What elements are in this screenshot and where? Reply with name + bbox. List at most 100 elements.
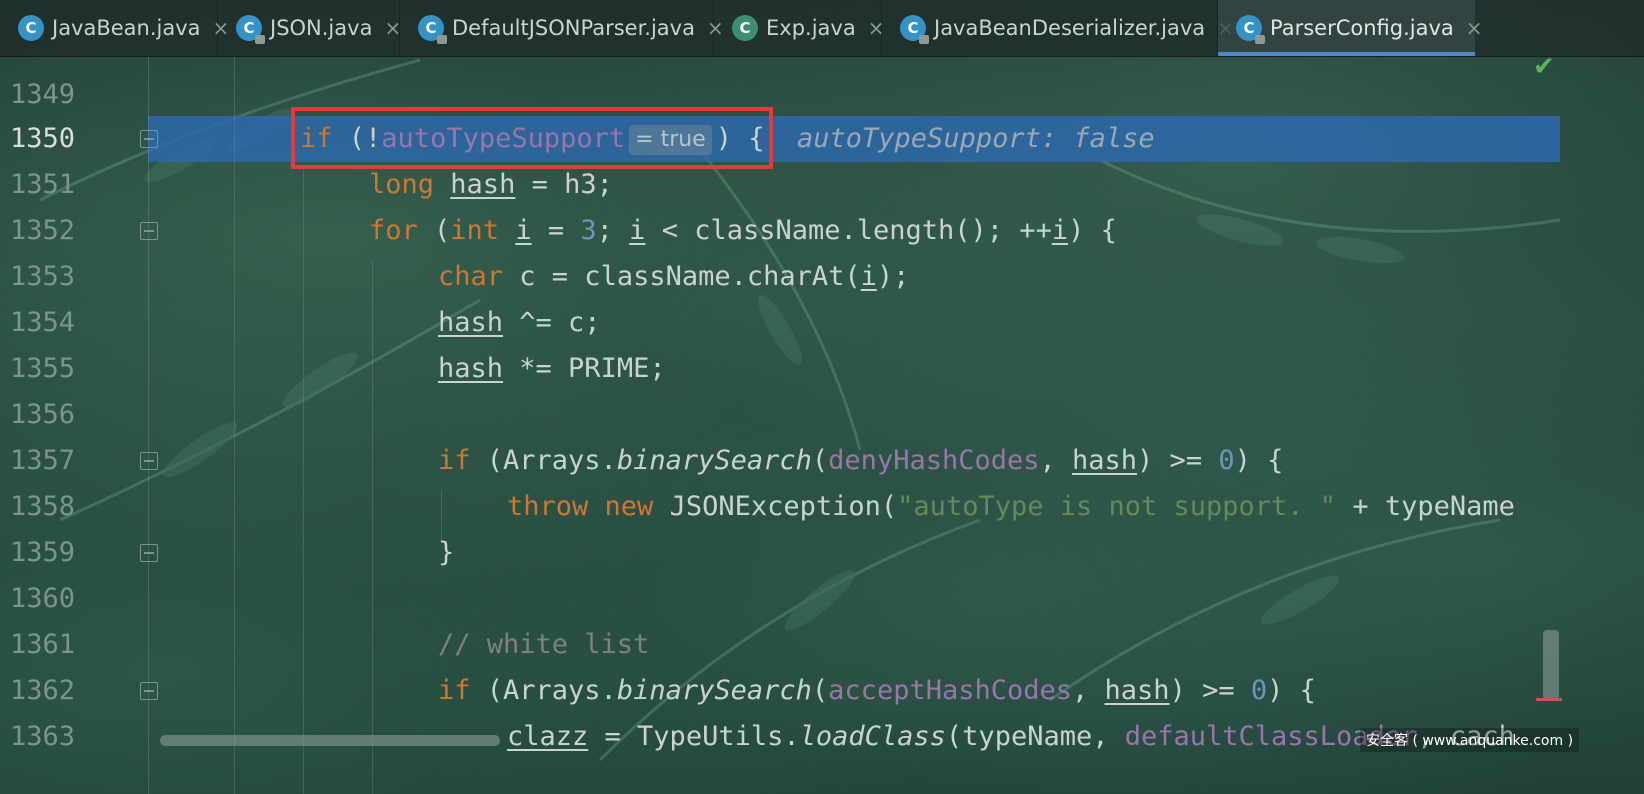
code-token: (	[811, 675, 829, 706]
fold-toggle-icon[interactable]	[140, 544, 158, 562]
variable-token: hash	[1104, 675, 1170, 706]
class-locked-icon: C	[900, 15, 929, 44]
tab-label: JavaBeanDeserializer.java	[934, 16, 1206, 40]
inspection-ok-icon[interactable]: ✔	[1533, 52, 1555, 82]
variable-token: i	[860, 261, 877, 292]
code-line-1362: if (Arrays.binarySearch(acceptHashCodes,…	[438, 668, 1316, 714]
code-token: ) >=	[1137, 445, 1219, 476]
code-token: ) {	[1068, 215, 1117, 246]
line-number: 1353	[10, 261, 76, 292]
code-token: (Arrays.	[470, 445, 617, 476]
runnable-class-icon: C	[732, 15, 758, 41]
code-line-1355: hash *= PRIME;	[438, 346, 666, 392]
variable-token: i	[515, 215, 532, 246]
tab-label: JSON.java	[270, 16, 373, 40]
code-token: < className.length(); ++	[645, 215, 1052, 246]
code-token: c = className.charAt(	[503, 261, 861, 292]
watermark: 安全客 ( www.anquanke.com )	[1360, 728, 1580, 752]
fold-toggle-icon[interactable]	[140, 682, 158, 700]
variable-token: hash	[438, 307, 504, 338]
tab-defaultjsonparser[interactable]: C DefaultJSONParser.java ×	[400, 0, 724, 56]
keyword: if	[438, 445, 471, 476]
keyword: if	[438, 675, 471, 706]
keyword: throw	[507, 491, 589, 522]
line-number: 1359	[10, 537, 76, 568]
variable-token: hash	[1072, 445, 1138, 476]
close-icon[interactable]: ×	[384, 16, 401, 40]
fold-toggle-icon[interactable]	[140, 222, 158, 240]
method-token: binarySearch	[616, 445, 812, 476]
code-line-1357: if (Arrays.binarySearch(denyHashCodes, h…	[438, 438, 1283, 484]
class-locked-icon: C	[1236, 15, 1265, 44]
method-token: loadClass	[799, 721, 946, 752]
tab-javabean[interactable]: C JavaBean.java ×	[0, 0, 229, 56]
code-token: JSONException(	[653, 491, 898, 522]
code-line-1358: throw new JSONException("autoType is not…	[507, 484, 1515, 530]
line-number: 1355	[10, 353, 76, 384]
close-icon[interactable]: ×	[1466, 16, 1483, 40]
editor-tab-bar: C JavaBean.java × C JSON.java × C Defaul…	[0, 0, 1644, 57]
code-token: ) >=	[1169, 675, 1251, 706]
code-line-1359: }	[438, 530, 454, 576]
tab-exp[interactable]: C Exp.java ×	[714, 0, 884, 56]
string-token: "autoType is not support. "	[897, 491, 1337, 522]
line-number: 1358	[10, 491, 76, 522]
tab-label: ParserConfig.java	[1270, 16, 1454, 40]
method-token: binarySearch	[616, 675, 812, 706]
line-number: 1351	[10, 169, 76, 200]
number-token: 0	[1250, 675, 1268, 706]
tab-label: Exp.java	[766, 16, 856, 40]
fold-toggle-icon[interactable]	[140, 130, 158, 148]
code-line-1352: for (int i = 3; i < className.length(); …	[369, 208, 1117, 254]
class-locked-icon: C	[418, 15, 447, 44]
line-number: 1357	[10, 445, 76, 476]
keyword: char	[438, 261, 504, 292]
variable-token: i	[1051, 215, 1069, 246]
vertical-scrollbar[interactable]	[1543, 630, 1559, 700]
fold-toggle-icon[interactable]	[140, 452, 158, 470]
code-token: }	[438, 537, 455, 568]
indent-guide	[303, 170, 304, 794]
line-number-current: 1350	[10, 123, 76, 154]
code-token: *= PRIME;	[503, 353, 666, 384]
tab-javabeandeserializer[interactable]: C JavaBeanDeserializer.java ×	[882, 0, 1234, 56]
variable-token: clazz	[507, 721, 589, 752]
code-token: (Arrays.	[470, 675, 617, 706]
keyword: new	[604, 491, 654, 522]
class-locked-icon: C	[236, 15, 265, 44]
keyword: int	[450, 215, 500, 246]
line-number: 1354	[10, 307, 76, 338]
keyword: long	[369, 169, 435, 200]
code-token: (	[417, 215, 451, 246]
indent-guide	[234, 56, 235, 794]
field-token: denyHashCodes	[828, 445, 1040, 476]
line-number: 1360	[10, 583, 76, 614]
tab-json[interactable]: C JSON.java ×	[218, 0, 401, 56]
code-token: =	[531, 215, 581, 246]
comment-token: // white list	[438, 629, 650, 660]
class-icon: C	[18, 15, 44, 41]
line-number: 1356	[10, 399, 76, 430]
code-token: ;	[596, 215, 630, 246]
error-stripe-marker[interactable]	[1536, 698, 1562, 701]
horizontal-scrollbar[interactable]	[160, 735, 500, 746]
code-token: = TypeUtils.	[588, 721, 800, 752]
line-number: 1361	[10, 629, 76, 660]
tab-parserconfig[interactable]: C ParserConfig.java ×	[1218, 0, 1483, 56]
line-number: 1352	[10, 215, 76, 246]
tab-label: DefaultJSONParser.java	[452, 16, 695, 40]
variable-token: hash	[450, 169, 516, 200]
code-token: + typeName	[1336, 491, 1515, 522]
code-line-1354: hash ^= c;	[438, 300, 601, 346]
code-line-1353: char c = className.charAt(i);	[438, 254, 909, 300]
indent-guide	[372, 260, 373, 794]
code-token: ,	[1072, 675, 1105, 706]
field-token: acceptHashCodes	[828, 675, 1073, 706]
debugger-inline-value: autoTypeSupport: false	[797, 123, 1155, 154]
code-token: ^= c;	[503, 307, 601, 338]
code-line-1361: // white list	[438, 622, 649, 668]
variable-token: i	[629, 215, 646, 246]
code-token: (typeName,	[945, 721, 1125, 752]
line-number: 1362	[10, 675, 76, 706]
tab-label: JavaBean.java	[52, 16, 201, 40]
